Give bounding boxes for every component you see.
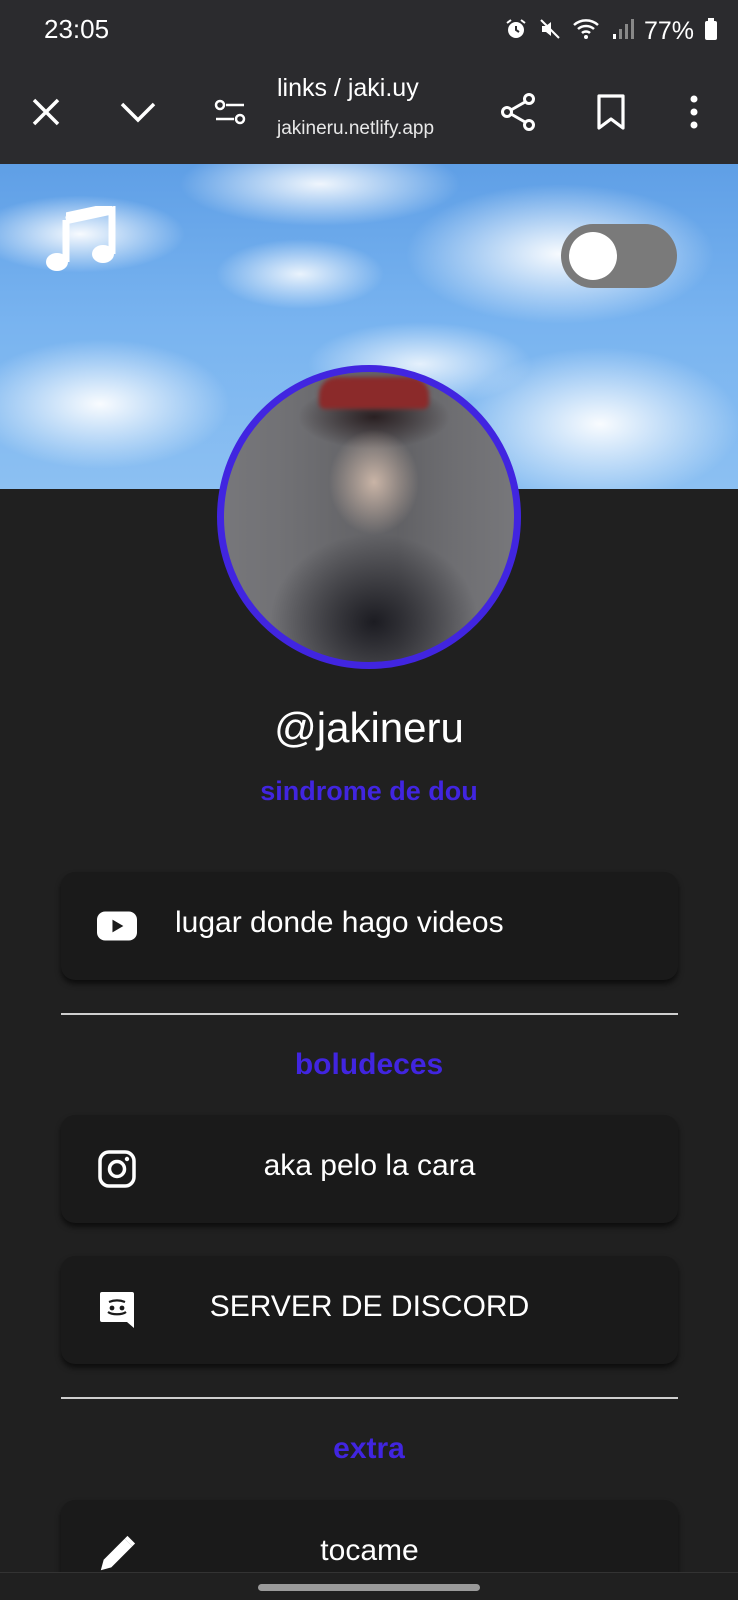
page-title: links / jaki.uy <box>277 74 419 102</box>
home-indicator[interactable] <box>258 1584 480 1591</box>
battery-icon <box>704 17 718 46</box>
link-tocame[interactable]: tocame <box>61 1500 678 1572</box>
toggle-knob <box>569 232 617 280</box>
bookmark-icon <box>597 94 625 130</box>
signal-icon <box>612 17 634 46</box>
alarm-icon <box>504 17 528 46</box>
battery-percent: 77% <box>643 16 694 45</box>
browser-toolbar: links / jaki.uy jakineru.netlify.app <box>0 62 738 164</box>
chevron-down-icon <box>120 102 156 123</box>
share-button[interactable] <box>492 86 544 138</box>
section-divider <box>61 1013 678 1015</box>
mute-icon <box>538 17 562 46</box>
music-toggle-button[interactable] <box>44 202 116 272</box>
theme-toggle[interactable] <box>561 224 677 288</box>
username: @jakineru <box>274 704 464 751</box>
section-title: extra <box>333 1432 405 1465</box>
page-content: @jakineru sindrome de dou lugar donde ha… <box>0 164 738 1572</box>
share-icon <box>501 93 535 131</box>
music-note-icon <box>46 202 116 271</box>
site-settings-button[interactable] <box>204 86 256 138</box>
link-label: tocame <box>320 1534 419 1567</box>
minimize-button[interactable] <box>112 86 164 138</box>
close-tab-button[interactable] <box>20 86 72 138</box>
link-youtube[interactable]: lugar donde hago videos <box>61 872 678 980</box>
link-label: lugar donde hago videos <box>175 906 504 939</box>
tune-icon <box>214 99 246 125</box>
gesture-nav-bar <box>0 1572 738 1600</box>
link-label: aka pelo la cara <box>263 1149 476 1182</box>
more-options-button[interactable] <box>668 86 720 138</box>
wifi-icon <box>572 17 602 46</box>
link-instagram[interactable]: aka pelo la cara <box>61 1115 678 1223</box>
status-bar: 23:05 77% <box>0 0 738 62</box>
bookmark-button[interactable] <box>585 86 637 138</box>
section-divider <box>61 1397 678 1399</box>
section-title: boludeces <box>294 1048 444 1081</box>
link-label: SERVER DE DISCORD <box>209 1290 530 1323</box>
close-icon <box>32 98 60 126</box>
link-discord[interactable]: SERVER DE DISCORD <box>61 1256 678 1364</box>
youtube-icon <box>97 906 137 946</box>
status-icons: 77% <box>504 14 718 48</box>
avatar <box>217 365 521 669</box>
avatar-headband <box>319 377 429 409</box>
page-url[interactable]: jakineru.netlify.app <box>277 118 434 140</box>
more-vert-icon <box>690 95 698 129</box>
profile-tagline: sindrome de dou <box>260 776 478 806</box>
status-time: 23:05 <box>44 14 110 44</box>
